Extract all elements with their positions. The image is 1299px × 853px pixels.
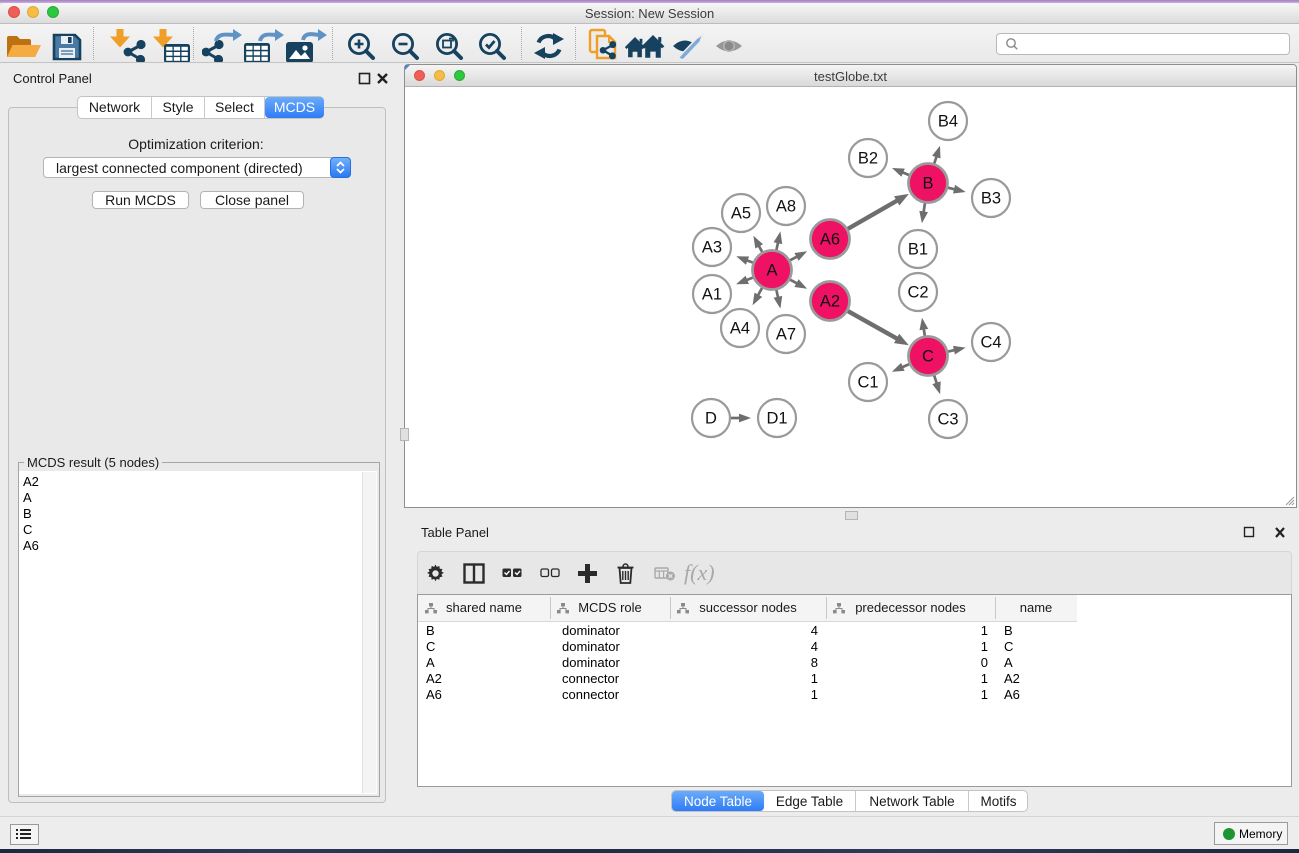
svg-text:C1: C1 [857, 374, 878, 392]
svg-text:C4: C4 [980, 334, 1001, 352]
svg-text:C2: C2 [907, 284, 928, 302]
svg-text:B4: B4 [938, 113, 958, 131]
svg-text:A1: A1 [702, 286, 722, 304]
svg-text:A5: A5 [731, 205, 751, 223]
svg-text:A7: A7 [776, 326, 796, 344]
svg-text:A4: A4 [730, 320, 750, 338]
svg-text:B3: B3 [981, 190, 1001, 208]
svg-text:D1: D1 [766, 410, 787, 428]
svg-text:B1: B1 [908, 241, 928, 259]
svg-text:A6: A6 [820, 231, 840, 249]
svg-text:A8: A8 [776, 198, 796, 216]
svg-text:B2: B2 [858, 150, 878, 168]
svg-text:B: B [922, 175, 933, 193]
svg-text:D: D [705, 410, 717, 428]
svg-text:C3: C3 [937, 411, 958, 429]
svg-text:A: A [766, 262, 777, 280]
svg-text:A2: A2 [820, 293, 840, 311]
svg-text:A3: A3 [702, 239, 722, 257]
svg-text:C: C [922, 348, 934, 366]
